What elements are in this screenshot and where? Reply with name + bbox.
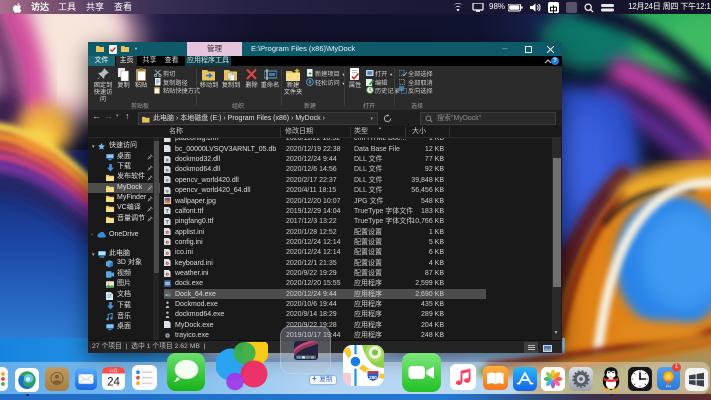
svg-text:12月: 12月: [109, 368, 117, 373]
svg-text:24: 24: [107, 377, 120, 389]
svg-text:FH: FH: [666, 385, 671, 389]
svg-text:280: 280: [369, 375, 377, 380]
